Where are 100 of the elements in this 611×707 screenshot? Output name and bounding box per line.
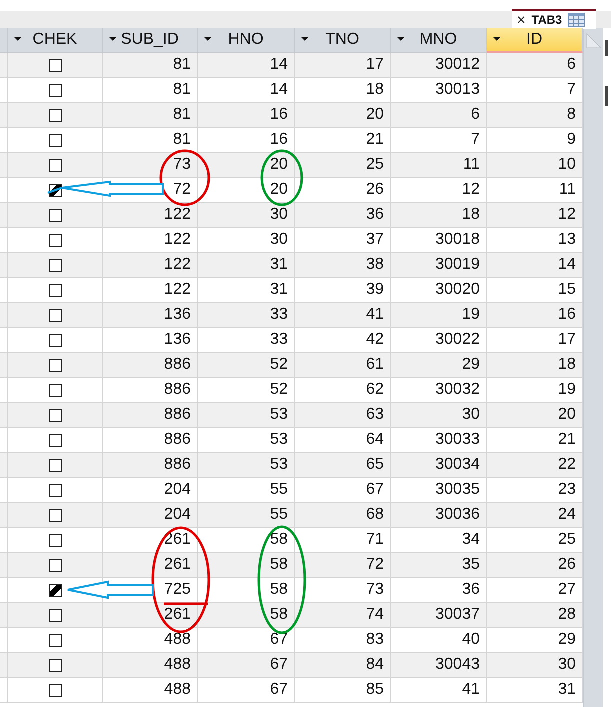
checkbox[interactable] [48,408,62,422]
table-cell: 55 [198,478,295,503]
table-cell: 886 [103,353,198,378]
checkbox[interactable] [48,58,62,72]
document-tab[interactable]: × TAB3 [512,9,596,29]
column-header[interactable]: MNO [391,28,487,53]
table-cell: 26 [487,553,583,578]
table-cell: 10 [487,153,583,178]
checkbox[interactable] [48,534,62,546]
checkbox[interactable] [48,284,62,296]
checkbox[interactable] [48,434,62,446]
table-cell: 488 [103,628,198,653]
close-icon[interactable]: × [517,12,526,28]
checkbox[interactable] [48,258,62,272]
checkbox[interactable] [48,634,62,646]
checkbox[interactable] [48,358,62,372]
table-cell: 19 [487,378,583,403]
column-header[interactable]: SUB_ID [103,28,198,53]
column-header[interactable]: TNO [295,28,391,53]
column-header[interactable]: HNO [198,28,295,53]
table-cell: 81 [103,53,198,78]
table-cell: 30012 [391,53,487,78]
checkbox[interactable] [48,508,62,522]
dropdown-arrow-icon[interactable] [397,37,405,41]
table-cell: 24 [487,503,583,528]
table-cell: 30032 [391,378,487,403]
table-cell: 58 [198,528,295,553]
checkbox[interactable] [48,334,62,346]
checkbox[interactable] [48,308,62,322]
checkbox[interactable] [48,134,62,146]
table-cell: 25 [487,528,583,553]
dropdown-arrow-icon[interactable] [109,37,117,41]
table-cell: 17 [487,328,583,353]
table-cell: 488 [103,653,198,678]
annotation-ellipse [160,150,210,206]
table-cell: 6 [391,103,487,128]
tab-title: TAB3 [532,12,562,29]
table-cell: 136 [103,328,198,353]
table-cell: 14 [198,53,295,78]
dropdown-arrow-icon[interactable] [204,37,212,41]
dropdown-arrow-icon[interactable] [493,37,501,41]
table-cell: 18 [391,203,487,228]
checkbox[interactable] [48,208,62,222]
checkbox[interactable] [48,108,62,122]
table-cell: 38 [295,253,391,278]
table-cell: 122 [103,278,198,303]
table-cell: 31 [487,678,583,703]
checkbox[interactable] [48,558,62,572]
table-cell: 20 [487,403,583,428]
table-cell: 11 [391,153,487,178]
table-cell: 35 [391,553,487,578]
checkbox[interactable] [48,384,62,396]
table-cell: 886 [103,453,198,478]
table-cell: 73 [295,578,391,603]
table-cell: 19 [391,303,487,328]
table-icon [568,13,586,27]
table-cell: 30 [487,653,583,678]
table-cell: 13 [487,228,583,253]
column-header[interactable]: ID [487,28,583,53]
table-cell: 53 [198,403,295,428]
table-cell: 30033 [391,428,487,453]
table-cell: 20 [198,153,295,178]
dropdown-arrow-icon[interactable] [14,37,22,41]
checkbox[interactable] [48,484,62,496]
table-cell: 886 [103,403,198,428]
table-cell: 72 [295,553,391,578]
table-cell: 30019 [391,253,487,278]
checkbox[interactable] [48,658,62,672]
table-cell: 122 [103,253,198,278]
table-cell: 52 [198,353,295,378]
table-cell: 26 [295,178,391,203]
table-cell: 22 [487,453,583,478]
column-header[interactable]: CHEK [8,28,103,53]
checkbox[interactable] [48,84,62,96]
table-cell: 67 [295,478,391,503]
table-cell: 30035 [391,478,487,503]
table-cell: 6 [487,53,583,78]
checkbox[interactable] [48,608,62,622]
table-cell: 23 [487,478,583,503]
checkbox[interactable] [48,684,62,696]
table-cell: 21 [487,428,583,453]
table-cell: 30 [198,228,295,253]
table-cell: 204 [103,503,198,528]
table-cell: 886 [103,378,198,403]
dropdown-arrow-icon[interactable] [301,37,309,41]
checkbox[interactable] [48,158,62,172]
table-cell: 7 [391,128,487,153]
table-cell: 16 [198,103,295,128]
checkbox[interactable] [48,458,62,472]
table-cell: 30020 [391,278,487,303]
table-cell: 64 [295,428,391,453]
table-cell: 488 [103,678,198,703]
checkbox[interactable] [48,584,62,596]
table-cell: 30022 [391,328,487,353]
checkbox[interactable] [48,234,62,246]
table-cell: 74 [295,603,391,628]
table-cell: 41 [391,678,487,703]
table-cell: 58 [198,603,295,628]
table-cell: 20 [198,178,295,203]
table-cell: 16 [198,128,295,153]
